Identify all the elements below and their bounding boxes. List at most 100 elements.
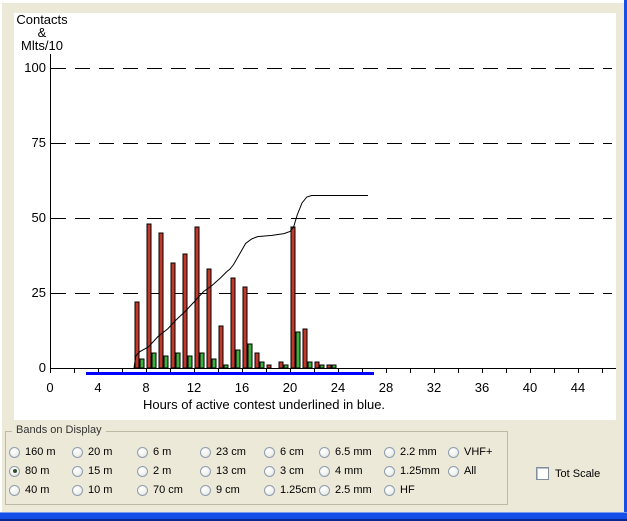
band-label: 1.25cm: [280, 484, 316, 496]
bands-on-display-groupbox: Bands on Display 160 m80 m40 m20 m15 m10…: [5, 431, 508, 505]
chart-generated-content: 0255075100048121620242832364044: [24, 54, 616, 395]
radio-button-icon[interactable]: [137, 485, 148, 496]
bar-mults_per_10-16: [248, 344, 252, 368]
band-radio-all[interactable]: All: [448, 464, 492, 478]
radio-button-icon[interactable]: [264, 447, 275, 458]
radio-button-icon[interactable]: [9, 447, 20, 458]
x-tick-label-24: 24: [331, 380, 345, 395]
band-column-7: 2.2 mm 1.25mm HF: [384, 445, 440, 497]
bar-mults_per_10-17: [260, 362, 264, 368]
radio-button-icon[interactable]: [72, 447, 83, 458]
band-column-8: VHF+ All: [448, 445, 492, 478]
radio-button-icon[interactable]: [200, 447, 211, 458]
x-tick-label-44: 44: [571, 380, 585, 395]
radio-button-icon[interactable]: [319, 447, 330, 458]
band-label: HF: [400, 484, 415, 496]
bar-mults_per_10-20: [296, 332, 300, 368]
radio-button-icon[interactable]: [200, 466, 211, 477]
band-radio-2m[interactable]: 2 m: [137, 464, 183, 478]
bar-mults_per_10-10: [176, 353, 180, 368]
radio-button-icon[interactable]: [448, 447, 459, 458]
radio-button-icon[interactable]: [9, 466, 20, 477]
y-tick-label-25: 25: [32, 285, 46, 300]
band-label: 6 m: [153, 446, 171, 458]
x-tick-label-36: 36: [475, 380, 489, 395]
band-radio-15m[interactable]: 15 m: [72, 464, 112, 478]
bar-mults_per_10-15: [236, 350, 240, 368]
band-radio-80m[interactable]: 80 m: [9, 464, 56, 478]
band-radio-40m[interactable]: 40 m: [9, 483, 56, 497]
bar-mults_per_10-9: [164, 356, 168, 368]
band-radio-2.2mm[interactable]: 2.2 mm: [384, 445, 440, 459]
bar-mults_per_10-13: [212, 359, 216, 368]
bar-contacts-17: [255, 353, 259, 368]
band-radio-1.25mm[interactable]: 1.25mm: [384, 464, 440, 478]
band-radio-9cm[interactable]: 9 cm: [200, 483, 246, 497]
radio-button-icon[interactable]: [137, 447, 148, 458]
radio-button-icon[interactable]: [264, 485, 275, 496]
x-tick-label-20: 20: [283, 380, 297, 395]
band-radio-vhf+[interactable]: VHF+: [448, 445, 492, 459]
band-radio-10m[interactable]: 10 m: [72, 483, 112, 497]
band-radio-6cm[interactable]: 6 cm: [264, 445, 316, 459]
band-radio-4mm[interactable]: 4 mm: [319, 464, 372, 478]
y-tick-label-100: 100: [24, 60, 46, 75]
band-radio-2.5mm[interactable]: 2.5 mm: [319, 483, 372, 497]
radio-button-icon[interactable]: [319, 485, 330, 496]
band-label: 1.25mm: [400, 465, 440, 477]
radio-button-icon[interactable]: [384, 447, 395, 458]
band-column-6: 6.5 mm 4 mm 2.5 mm: [319, 445, 372, 497]
bar-contacts-18: [267, 365, 271, 368]
bar-contacts-20: [291, 227, 295, 368]
band-radio-23cm[interactable]: 23 cm: [200, 445, 246, 459]
bar-mults_per_10-7: [140, 359, 144, 368]
cumulative-line: [134, 196, 368, 369]
band-label: 6 cm: [280, 446, 304, 458]
band-radio-20m[interactable]: 20 m: [72, 445, 112, 459]
radio-button-icon[interactable]: [384, 466, 395, 477]
band-column-2: 20 m 15 m 10 m: [72, 445, 112, 497]
x-tick-label-4: 4: [94, 380, 101, 395]
band-radio-6.5mm[interactable]: 6.5 mm: [319, 445, 372, 459]
band-radio-6m[interactable]: 6 m: [137, 445, 183, 459]
window-border-bottom: [0, 512, 627, 521]
radio-button-icon[interactable]: [448, 466, 459, 477]
radio-button-icon[interactable]: [72, 466, 83, 477]
bar-mults_per_10-14: [224, 365, 228, 368]
radio-button-icon[interactable]: [200, 485, 211, 496]
band-radio-13cm[interactable]: 13 cm: [200, 464, 246, 478]
x-tick-label-16: 16: [235, 380, 249, 395]
bar-mults_per_10-11: [188, 356, 192, 368]
radio-button-icon[interactable]: [72, 485, 83, 496]
band-label: 23 cm: [216, 446, 246, 458]
bar-mults_per_10-19: [284, 365, 288, 368]
x-tick-label-40: 40: [523, 380, 537, 395]
radio-button-icon[interactable]: [264, 466, 275, 477]
band-radio-160m[interactable]: 160 m: [9, 445, 56, 459]
active-contest-underline: [86, 372, 374, 375]
band-radio-hf[interactable]: HF: [384, 483, 440, 497]
tot-scale-checkbox[interactable]: [536, 467, 549, 480]
band-label: 2.2 mm: [400, 446, 437, 458]
y-tick-label-0: 0: [39, 360, 46, 375]
bar-contacts-22: [315, 362, 319, 368]
band-label: 15 m: [88, 465, 112, 477]
bar-contacts-13: [207, 269, 211, 368]
bar-contacts-15: [231, 278, 235, 368]
x-tick-label-32: 32: [427, 380, 441, 395]
band-radio-3cm[interactable]: 3 cm: [264, 464, 316, 478]
radio-button-icon[interactable]: [384, 485, 395, 496]
tot-scale-label: Tot Scale: [555, 468, 600, 480]
band-radio-70cm[interactable]: 70 cm: [137, 483, 183, 497]
band-column-3: 6 m 2 m 70 cm: [137, 445, 183, 497]
radio-button-icon[interactable]: [319, 466, 330, 477]
radio-button-icon[interactable]: [9, 485, 20, 496]
bar-contacts-14: [219, 326, 223, 368]
x-tick-label-12: 12: [187, 380, 201, 395]
band-radio-1.25cm[interactable]: 1.25cm: [264, 483, 316, 497]
tot-scale-control[interactable]: Tot Scale: [536, 467, 600, 480]
bar-mults_per_10-21: [308, 362, 312, 368]
band-label: All: [464, 465, 476, 477]
radio-button-icon[interactable]: [137, 466, 148, 477]
band-label: 2 m: [153, 465, 171, 477]
